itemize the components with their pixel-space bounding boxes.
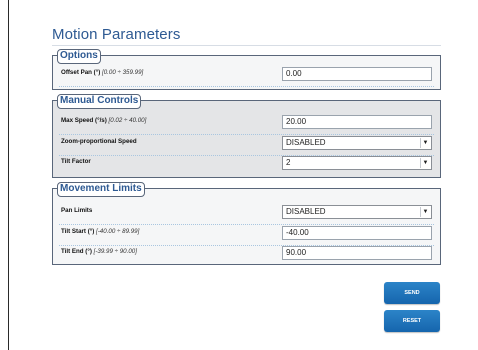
tilt-start-label: Tilt Start (°) [-40.00 ÷ 89.99] [61,228,140,235]
offset-pan-label: Offset Pan (°) [0.00 ÷ 359.99] [61,69,144,76]
zoom-speed-row: Zoom-proportional Speed DISABLED ▼ [59,135,434,156]
max-speed-label: Max Speed (°/s) [0.02 ÷ 40.00] [61,117,147,124]
tilt-factor-value: 2 [286,158,291,167]
pan-limits-value: DISABLED [286,207,326,216]
tilt-factor-select[interactable]: 2 ▼ [282,156,432,170]
send-button[interactable]: SEND [384,282,440,304]
max-speed-row: Max Speed (°/s) [0.02 ÷ 40.00] 20.00 [59,114,434,135]
tilt-start-row: Tilt Start (°) [-40.00 ÷ 89.99] -40.00 [59,225,434,246]
pan-limits-label: Pan Limits [61,207,93,214]
movement-limits-section: Movement Limits Pan Limits DISABLED ▼ Ti… [52,182,441,265]
chevron-down-icon[interactable]: ▼ [420,207,430,217]
offset-pan-row: Offset Pan (°) [0.00 ÷ 359.99] 0.00 [59,66,434,87]
tilt-end-label: Tilt End (°) [-39.99 ÷ 90.00] [61,248,137,255]
options-legend: Options [57,49,101,64]
window-left-edge [8,0,9,350]
tilt-end-input[interactable]: 90.00 [282,246,432,260]
manual-controls-legend: Manual Controls [57,94,142,109]
chevron-down-icon[interactable]: ▼ [420,158,430,168]
zoom-speed-select[interactable]: DISABLED ▼ [282,136,432,150]
tilt-factor-label: Tilt Factor [61,158,91,165]
tilt-start-input[interactable]: -40.00 [282,226,432,240]
tilt-factor-row: Tilt Factor 2 ▼ [59,155,434,175]
pan-limits-select[interactable]: DISABLED ▼ [282,205,432,219]
title-divider [52,45,441,46]
reset-button[interactable]: RESET [384,310,440,332]
offset-pan-input[interactable]: 0.00 [282,67,432,81]
zoom-speed-label: Zoom-proportional Speed [61,138,137,145]
options-section: Options Offset Pan (°) [0.00 ÷ 359.99] 0… [52,49,441,90]
chevron-down-icon[interactable]: ▼ [420,138,430,148]
max-speed-input[interactable]: 20.00 [282,115,432,129]
pan-limits-row: Pan Limits DISABLED ▼ [59,204,434,225]
manual-controls-section: Manual Controls Max Speed (°/s) [0.02 ÷ … [52,94,441,178]
zoom-speed-value: DISABLED [286,138,326,147]
movement-limits-legend: Movement Limits [57,182,145,197]
page-title: Motion Parameters [52,26,181,43]
tilt-end-row: Tilt End (°) [-39.99 ÷ 90.00] 90.00 [59,245,434,265]
